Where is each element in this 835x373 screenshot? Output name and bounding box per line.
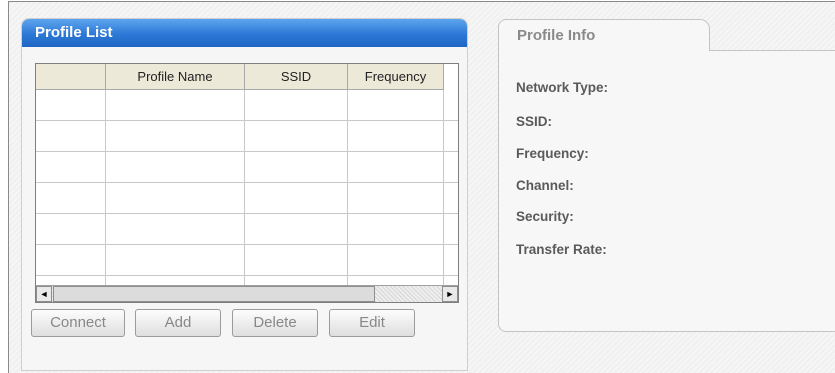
table-cell [36, 152, 106, 182]
table-cell [348, 152, 444, 182]
network-type-label: Network Type: [516, 80, 609, 95]
table-cell [36, 214, 106, 244]
scrollbar-thumb[interactable] [53, 286, 375, 302]
table-cell [245, 152, 348, 182]
table-row[interactable] [36, 152, 458, 183]
table-cell [106, 245, 245, 275]
ssid-label: SSID: [516, 114, 553, 129]
table-cell [348, 90, 444, 120]
column-header-frequency[interactable]: Frequency [348, 64, 444, 90]
table-cell [348, 214, 444, 244]
edit-button[interactable]: Edit [329, 309, 415, 337]
column-header-select[interactable] [36, 64, 106, 90]
tab-profile-info[interactable]: Profile Info [498, 19, 710, 51]
table-cell [36, 121, 106, 151]
table-row[interactable] [36, 214, 458, 245]
table-cell [245, 183, 348, 213]
security-label: Security: [516, 209, 574, 224]
table-row[interactable] [36, 121, 458, 152]
connect-button[interactable]: Connect [31, 309, 125, 337]
profile-list-title: Profile List [22, 19, 467, 47]
table-row[interactable] [36, 245, 458, 276]
scroll-left-icon[interactable]: ◄ [36, 286, 52, 302]
table-cell [348, 245, 444, 275]
frequency-label: Frequency: [516, 146, 589, 161]
add-button[interactable]: Add [135, 309, 221, 337]
scroll-right-icon[interactable]: ► [442, 286, 458, 302]
table-cell [245, 90, 348, 120]
table-cell [36, 245, 106, 275]
table-cell [36, 90, 106, 120]
horizontal-scrollbar[interactable]: ◄ ► [36, 285, 458, 302]
table-cell [245, 245, 348, 275]
table-cell [245, 214, 348, 244]
table-header: Profile Name SSID Frequency [36, 64, 458, 90]
transfer-rate-label: Transfer Rate: [516, 242, 607, 257]
column-header-ssid[interactable]: SSID [245, 64, 348, 90]
table-cell [106, 121, 245, 151]
table-cell [106, 214, 245, 244]
table-cell [106, 152, 245, 182]
profile-table[interactable]: Profile Name SSID Frequency ◄ ► [35, 63, 459, 303]
delete-button[interactable]: Delete [232, 309, 318, 337]
table-cell [106, 90, 245, 120]
column-header-profile-name[interactable]: Profile Name [106, 64, 245, 90]
table-cell [36, 183, 106, 213]
table-cell [106, 183, 245, 213]
table-row[interactable] [36, 183, 458, 214]
tab-divider [710, 50, 835, 51]
table-row[interactable] [36, 90, 458, 121]
table-cell [245, 121, 348, 151]
channel-label: Channel: [516, 178, 574, 193]
table-cell [348, 121, 444, 151]
table-cell [348, 183, 444, 213]
